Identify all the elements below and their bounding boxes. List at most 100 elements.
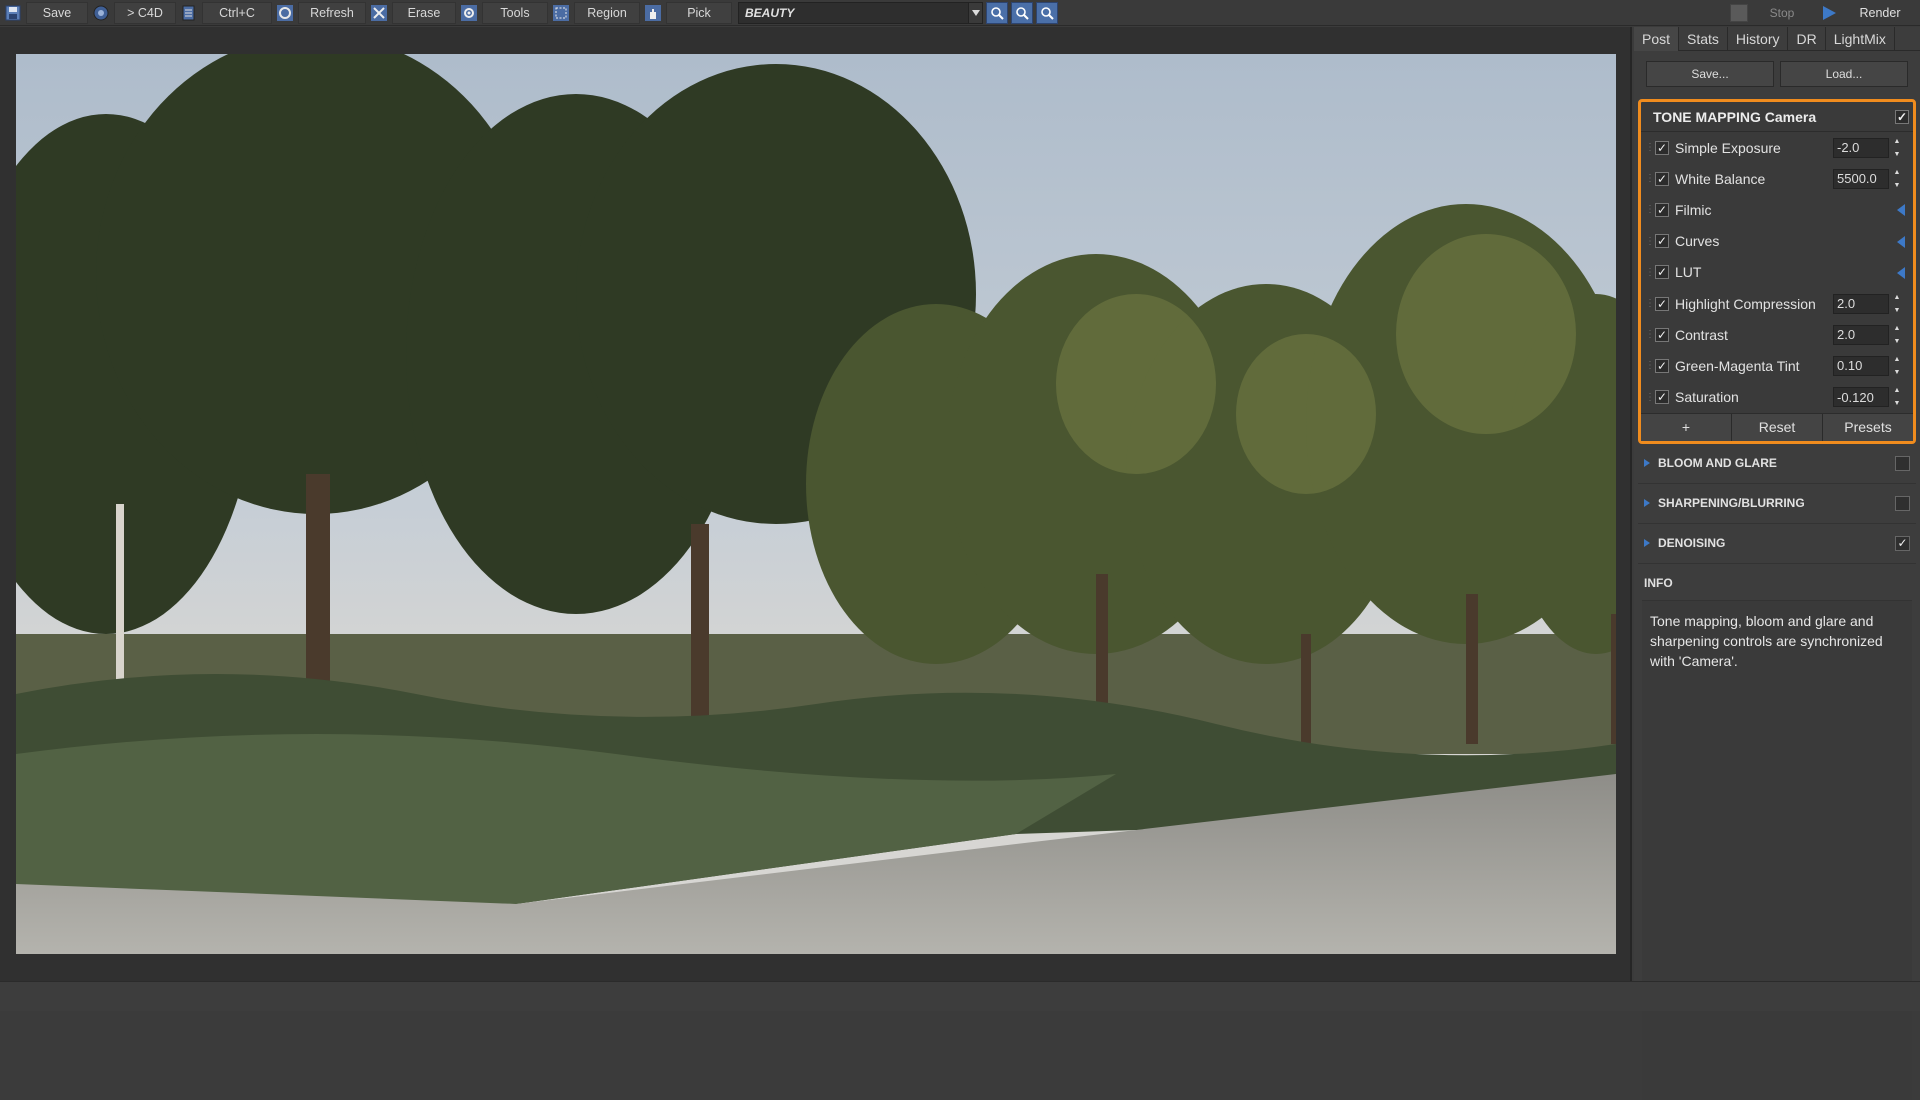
white-balance-input[interactable]: 5500.0 bbox=[1833, 168, 1889, 189]
spinner-icon[interactable]: ▲ ▼ bbox=[1891, 169, 1903, 189]
erase-icon[interactable] bbox=[368, 2, 390, 24]
tools-button[interactable]: Tools bbox=[482, 1, 548, 24]
highlight-compression-checkbox[interactable]: ✓ bbox=[1655, 296, 1669, 311]
simple-exposure-input[interactable]: -2.0 bbox=[1833, 137, 1889, 158]
contrast-input[interactable]: 2.0 bbox=[1833, 324, 1889, 345]
save-button[interactable]: Save bbox=[26, 1, 88, 24]
denoising-checkbox[interactable]: ✓ bbox=[1895, 535, 1910, 551]
lut-checkbox[interactable]: ✓ bbox=[1655, 265, 1669, 280]
stop-button[interactable]: Stop bbox=[1752, 2, 1812, 24]
copy-icon[interactable] bbox=[178, 2, 200, 24]
tone-mapping-enabled-checkbox[interactable]: ✓ bbox=[1895, 109, 1909, 124]
spinner-icon[interactable]: ▲ ▼ bbox=[1891, 325, 1903, 345]
filmic-checkbox[interactable]: ✓ bbox=[1655, 202, 1669, 217]
copy-button[interactable]: Ctrl+C bbox=[202, 1, 272, 24]
white-balance-checkbox[interactable]: ✓ bbox=[1655, 171, 1669, 186]
expand-arrow-icon[interactable] bbox=[1897, 235, 1905, 248]
drag-handle-icon[interactable]: ⋮ bbox=[1645, 392, 1655, 403]
param-row-lut: ⋮ ✓ LUT bbox=[1641, 257, 1913, 288]
tab-stats[interactable]: Stats bbox=[1679, 27, 1728, 51]
info-title: INFO bbox=[1644, 575, 1673, 590]
param-label: Highlight Compression bbox=[1675, 295, 1816, 312]
section-sharpening-blurring[interactable]: SHARPENING/BLURRING bbox=[1638, 484, 1916, 524]
reset-button[interactable]: Reset bbox=[1732, 413, 1823, 441]
tone-mapping-header[interactable]: TONE MAPPING Camera ✓ bbox=[1641, 102, 1913, 132]
zoom-in-icon[interactable] bbox=[986, 1, 1008, 24]
region-icon[interactable] bbox=[550, 2, 572, 24]
expand-arrow-icon[interactable] bbox=[1897, 266, 1905, 279]
refresh-icon[interactable] bbox=[274, 2, 296, 24]
param-row-white-balance: ⋮ ✓ White Balance 5500.0 ▲ ▼ bbox=[1641, 163, 1913, 194]
drag-handle-icon[interactable]: ⋮ bbox=[1645, 204, 1655, 215]
contrast-checkbox[interactable]: ✓ bbox=[1655, 327, 1669, 342]
param-label: LUT bbox=[1675, 264, 1702, 281]
drag-handle-icon[interactable]: ⋮ bbox=[1645, 142, 1655, 153]
chevron-down-icon[interactable] bbox=[968, 2, 982, 23]
save-preset-button[interactable]: Save... bbox=[1646, 61, 1774, 87]
panel-tabs: Post Stats History DR LightMix bbox=[1634, 27, 1920, 51]
presets-button[interactable]: Presets bbox=[1823, 413, 1913, 441]
spinner-icon[interactable]: ▲ ▼ bbox=[1891, 356, 1903, 376]
pick-button[interactable]: Pick bbox=[666, 1, 732, 24]
region-button[interactable]: Region bbox=[574, 1, 640, 24]
spinner-icon[interactable]: ▲ ▼ bbox=[1891, 294, 1903, 314]
param-label: White Balance bbox=[1675, 170, 1766, 187]
param-row-curves: ⋮ ✓ Curves bbox=[1641, 226, 1913, 257]
highlight-compression-input[interactable]: 2.0 bbox=[1833, 293, 1889, 314]
spinner-icon[interactable]: ▲ ▼ bbox=[1891, 387, 1903, 407]
expand-triangle-icon[interactable] bbox=[1644, 539, 1650, 548]
erase-button[interactable]: Erase bbox=[392, 1, 456, 24]
saturation-checkbox[interactable]: ✓ bbox=[1655, 390, 1669, 405]
param-row-highlight-compression: ⋮ ✓ Highlight Compression 2.0 ▲ ▼ bbox=[1641, 288, 1913, 319]
green-magenta-tint-checkbox[interactable]: ✓ bbox=[1655, 358, 1669, 373]
bloom-and-glare-checkbox[interactable] bbox=[1895, 455, 1910, 471]
main-toolbar: Save > C4D Ctrl+C Refresh Erase Tools Re… bbox=[0, 0, 1920, 26]
tab-post[interactable]: Post bbox=[1634, 27, 1680, 51]
expand-triangle-icon[interactable] bbox=[1644, 499, 1650, 508]
section-bloom-and-glare[interactable]: BLOOM AND GLARE bbox=[1638, 444, 1916, 484]
load-preset-button[interactable]: Load... bbox=[1780, 61, 1908, 87]
zoom-fit-icon[interactable] bbox=[1036, 1, 1058, 24]
drag-handle-icon[interactable]: ⋮ bbox=[1645, 267, 1655, 278]
render-button[interactable]: Render bbox=[1840, 2, 1920, 24]
param-label: Curves bbox=[1675, 233, 1720, 250]
expand-arrow-icon[interactable] bbox=[1897, 204, 1905, 217]
drag-handle-icon[interactable]: ⋮ bbox=[1645, 173, 1655, 184]
drag-handle-icon[interactable]: ⋮ bbox=[1645, 360, 1655, 371]
curves-checkbox[interactable]: ✓ bbox=[1655, 234, 1669, 249]
drag-handle-icon[interactable]: ⋮ bbox=[1645, 298, 1655, 309]
render-viewport[interactable] bbox=[0, 27, 1632, 981]
save-icon[interactable] bbox=[2, 2, 24, 24]
pick-hand-icon[interactable] bbox=[642, 2, 664, 24]
param-label: Contrast bbox=[1675, 326, 1728, 343]
saturation-input[interactable]: -0.120 bbox=[1833, 387, 1889, 408]
tab-history[interactable]: History bbox=[1728, 27, 1789, 51]
render-pass-select[interactable]: BEAUTY bbox=[738, 1, 983, 24]
param-row-green-magenta-tint: ⋮ ✓ Green-Magenta Tint 0.10 ▲ ▼ bbox=[1641, 350, 1913, 381]
expand-triangle-icon[interactable] bbox=[1644, 459, 1650, 468]
gear-icon[interactable] bbox=[458, 2, 480, 24]
drag-handle-icon[interactable]: ⋮ bbox=[1645, 236, 1655, 247]
send-to-c4d-button[interactable]: > C4D bbox=[114, 1, 176, 24]
sharpening-blurring-checkbox[interactable] bbox=[1895, 495, 1910, 511]
param-label: Saturation bbox=[1675, 389, 1739, 406]
stop-icon[interactable] bbox=[1730, 4, 1748, 22]
spinner-icon[interactable]: ▲ ▼ bbox=[1891, 138, 1903, 158]
rendered-forest-image bbox=[16, 54, 1616, 954]
drag-handle-icon[interactable]: ⋮ bbox=[1645, 329, 1655, 340]
param-row-saturation: ⋮ ✓ Saturation -0.120 ▲ ▼ bbox=[1641, 382, 1913, 413]
green-magenta-tint-input[interactable]: 0.10 bbox=[1833, 355, 1889, 376]
param-row-contrast: ⋮ ✓ Contrast 2.0 ▲ ▼ bbox=[1641, 319, 1913, 350]
tone-mapping-title: TONE MAPPING Camera bbox=[1653, 108, 1817, 125]
tab-dr[interactable]: DR bbox=[1788, 27, 1826, 51]
play-icon[interactable] bbox=[1818, 2, 1840, 24]
simple-exposure-checkbox[interactable]: ✓ bbox=[1655, 140, 1669, 155]
param-row-filmic: ⋮ ✓ Filmic bbox=[1641, 194, 1913, 225]
zoom-out-icon[interactable] bbox=[1011, 1, 1033, 24]
section-title: SHARPENING/BLURRING bbox=[1658, 496, 1805, 511]
refresh-button[interactable]: Refresh bbox=[298, 1, 366, 24]
section-denoising[interactable]: DENOISING ✓ bbox=[1638, 524, 1916, 564]
c4d-icon[interactable] bbox=[90, 2, 112, 24]
tab-lightmix[interactable]: LightMix bbox=[1826, 27, 1895, 51]
add-layer-button[interactable]: + bbox=[1641, 413, 1732, 441]
